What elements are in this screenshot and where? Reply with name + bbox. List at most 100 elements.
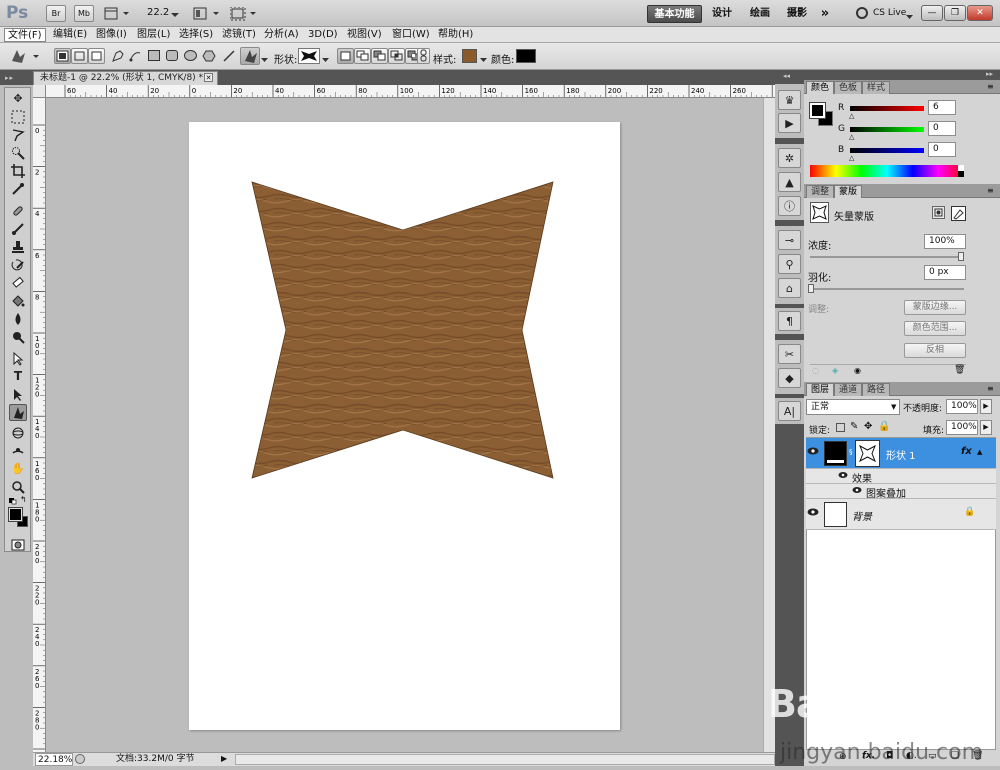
color-foreground-swatch[interactable]: [809, 102, 826, 119]
lock-image-icon[interactable]: ✎: [850, 421, 858, 432]
status-menu-arrow-icon[interactable]: ▶: [221, 754, 230, 764]
b-slider-thumb-icon[interactable]: △: [849, 154, 854, 162]
eraser-tool-icon[interactable]: [9, 274, 27, 291]
rounded-rectangle-tool-icon[interactable]: [166, 50, 178, 61]
layer-vector-mask-thumbnail[interactable]: [855, 440, 880, 467]
history-panel-icon[interactable]: ♛: [778, 90, 801, 110]
workspace-photography[interactable]: 摄影: [783, 5, 811, 23]
opacity-input[interactable]: 100%: [946, 399, 978, 414]
polygon-tool-icon[interactable]: [202, 49, 216, 63]
lasso-tool-icon[interactable]: [9, 126, 27, 143]
horizontal-scrollbar[interactable]: [235, 754, 775, 765]
paths-mode-button[interactable]: [71, 48, 88, 64]
workspace-essentials[interactable]: 基本功能: [647, 5, 702, 23]
marquee-tool-icon[interactable]: [9, 108, 27, 125]
color-spectrum-ramp[interactable]: [810, 165, 964, 177]
fill-arrow-icon[interactable]: ▶: [980, 420, 992, 435]
foreground-color-swatch[interactable]: [8, 507, 23, 522]
fill-pixels-mode-button[interactable]: [88, 48, 105, 64]
menu-view[interactable]: 视图(V): [344, 28, 385, 42]
shape-color-swatch[interactable]: [516, 49, 536, 63]
restore-button[interactable]: ❐: [944, 5, 966, 21]
dock-expand-icon[interactable]: ▸▸: [986, 70, 993, 78]
view-extras-dropdown[interactable]: [104, 7, 132, 20]
effects-visibility-eye-icon[interactable]: [838, 471, 848, 482]
line-tool-icon[interactable]: [222, 49, 236, 63]
screen-mode-button[interactable]: [229, 6, 260, 21]
minibridge-button[interactable]: Mb: [74, 5, 94, 22]
tab-paths[interactable]: 路径: [862, 383, 891, 396]
clone-stamp-tool-icon[interactable]: [9, 238, 27, 255]
layer-fx-badge[interactable]: fx: [961, 446, 972, 457]
layer-pattern-overlay-row[interactable]: 图案叠加: [806, 484, 996, 500]
black-white-swatch[interactable]: [958, 165, 964, 177]
rectangle-tool-icon[interactable]: [148, 50, 160, 61]
minimize-button[interactable]: —: [921, 5, 943, 21]
layer-row-background[interactable]: 背景 🔒: [806, 499, 996, 530]
pen-tool-icon[interactable]: [111, 49, 125, 63]
history-brush-tool-icon[interactable]: [9, 256, 27, 273]
paragraph-panel-icon[interactable]: ¶: [778, 311, 801, 331]
close-button[interactable]: ✕: [967, 5, 993, 21]
menu-help[interactable]: 帮助(H): [435, 28, 476, 42]
g-value-input[interactable]: 0: [928, 121, 956, 136]
g-slider[interactable]: [850, 127, 924, 132]
background-visibility-eye-icon[interactable]: [806, 507, 820, 521]
lock-position-icon[interactable]: ✥: [864, 421, 872, 432]
menu-select[interactable]: 选择(S): [176, 28, 216, 42]
tab-layers[interactable]: 图层: [806, 383, 835, 396]
menu-edit[interactable]: 编辑(E): [50, 28, 90, 42]
density-input[interactable]: 100%: [924, 234, 966, 249]
spot-healing-tool-icon[interactable]: [9, 202, 27, 219]
intersect-shape-areas-button[interactable]: [388, 48, 405, 64]
menu-3d[interactable]: 3D(D): [305, 28, 341, 42]
zoom-chevron-icon[interactable]: [171, 10, 179, 21]
bowtie-shape-layer[interactable]: [189, 122, 620, 730]
link-layer-style-button[interactable]: [417, 48, 430, 64]
feather-input[interactable]: 0 px: [924, 265, 966, 280]
info-panel-icon[interactable]: ⓘ: [778, 196, 801, 216]
navigator-panel-icon[interactable]: ✲: [778, 148, 801, 168]
tab-color[interactable]: 颜色: [806, 81, 835, 94]
paint-bucket-tool-icon[interactable]: [9, 292, 27, 309]
default-colors-icon[interactable]: [9, 497, 17, 505]
invert-button[interactable]: 反相: [904, 343, 966, 358]
workspace-painting[interactable]: 绘画: [746, 5, 774, 23]
brush-tool-icon[interactable]: [9, 220, 27, 237]
layer-link-icon[interactable]: §: [849, 448, 853, 456]
menu-filter[interactable]: 滤镜(T): [219, 28, 259, 42]
custom-shape-tool-button[interactable]: [240, 47, 260, 65]
masks-panel-menu-icon[interactable]: ≡: [987, 186, 994, 195]
status-info-icon[interactable]: [75, 754, 85, 764]
tab-adjustments[interactable]: 调整: [806, 185, 835, 198]
pattern-overlay-eye-icon[interactable]: [852, 486, 862, 497]
lock-all-icon[interactable]: 🔒: [878, 421, 890, 432]
add-to-shape-area-button[interactable]: [354, 48, 371, 64]
r-slider-thumb-icon[interactable]: △: [849, 112, 854, 120]
style-swatch[interactable]: [462, 49, 477, 63]
actions-panel-icon[interactable]: ▶: [778, 113, 801, 133]
bowtie-shape[interactable]: [251, 181, 554, 479]
fill-input[interactable]: 100%: [946, 420, 978, 435]
feather-slider[interactable]: [810, 288, 964, 290]
density-slider-thumb[interactable]: [958, 252, 964, 261]
menu-image[interactable]: 图像(I): [93, 28, 130, 42]
3d-orbit-tool-icon[interactable]: [9, 442, 27, 459]
move-tool-icon[interactable]: ✥: [9, 90, 27, 107]
toolbox-collapse-icon[interactable]: ▸▸: [5, 74, 27, 82]
color-range-button[interactable]: 颜色范围...: [904, 321, 966, 336]
density-slider[interactable]: [810, 256, 964, 258]
tab-styles[interactable]: 样式: [862, 81, 891, 94]
r-value-input[interactable]: 6: [928, 100, 956, 115]
brushes-panel-icon[interactable]: ⚲: [778, 254, 801, 274]
brush-presets-icon[interactable]: ⊸: [778, 230, 801, 250]
shape-picker[interactable]: [298, 48, 320, 64]
eyedropper-tool-icon[interactable]: [9, 180, 27, 197]
freeform-pen-icon[interactable]: [128, 49, 142, 63]
path-selection-tool-icon[interactable]: [9, 350, 27, 367]
swap-colors-icon[interactable]: ↰: [20, 496, 28, 504]
hand-tool-icon[interactable]: ✋: [9, 460, 27, 477]
zoom-tool-icon[interactable]: [9, 478, 27, 495]
geometry-options-chevron-icon[interactable]: [261, 54, 268, 65]
layer-effects-toggle-icon[interactable]: ▲: [977, 448, 982, 456]
